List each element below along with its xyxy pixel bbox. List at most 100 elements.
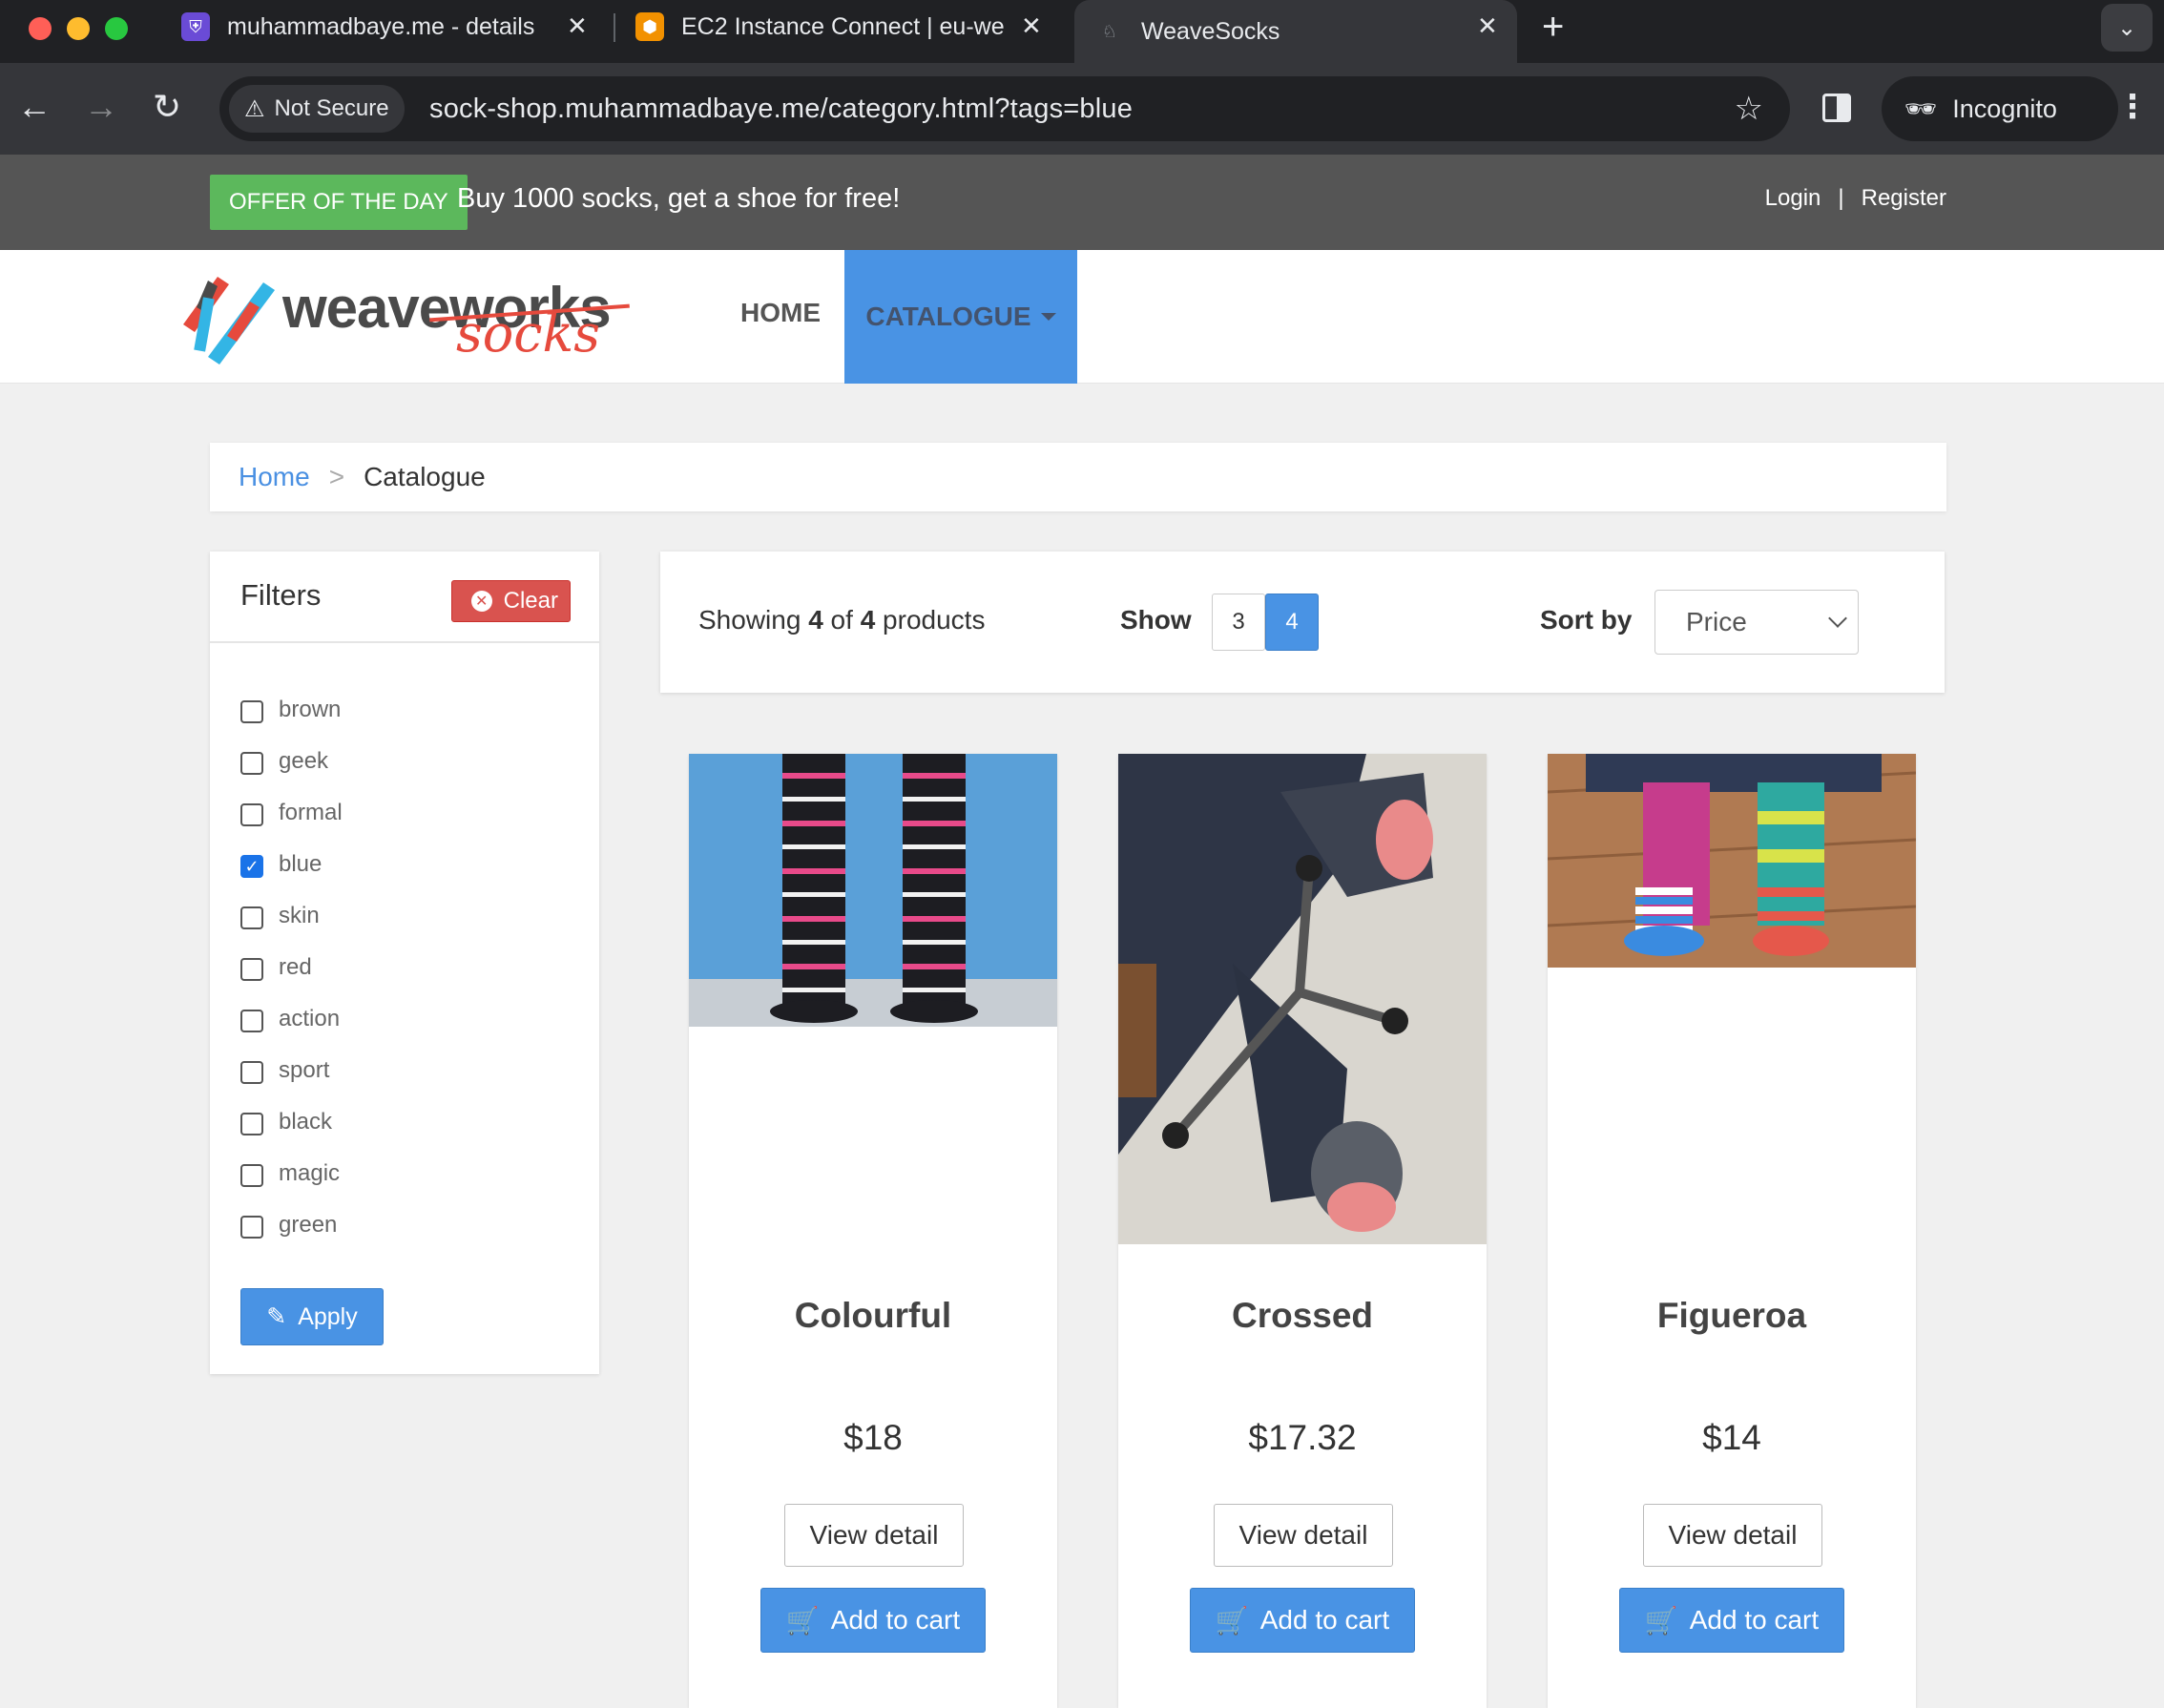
minimize-window-button[interactable] xyxy=(67,17,90,40)
filter-checkbox-green[interactable] xyxy=(240,1216,263,1239)
add-to-cart-button[interactable]: 🛒 Add to cart xyxy=(1619,1588,1844,1653)
bookmark-star-icon[interactable]: ☆ xyxy=(1735,90,1763,128)
filter-item-magic[interactable]: magic xyxy=(240,1160,343,1212)
site-info-chip[interactable]: ⚠ Not Secure xyxy=(229,85,405,133)
apply-label: Apply xyxy=(298,1302,358,1330)
sock-favicon-icon: ♘ xyxy=(1101,21,1118,41)
breadcrumb-current: Catalogue xyxy=(364,462,486,491)
security-label: Not Secure xyxy=(274,95,389,121)
view-detail-button[interactable]: View detail xyxy=(784,1504,964,1567)
filter-item-sport[interactable]: sport xyxy=(240,1057,343,1109)
clear-filters-button[interactable]: ✕ Clear xyxy=(450,580,571,622)
filter-checkbox-skin[interactable] xyxy=(240,906,263,929)
browser-toolbar: ← → ↻ ⚠ Not Secure sock-shop.muhammadbay… xyxy=(0,63,2164,155)
filter-item-brown[interactable]: brown xyxy=(240,697,343,748)
warning-triangle-icon: ⚠ xyxy=(244,95,265,122)
filters-title: Filters xyxy=(240,578,322,612)
filter-checkbox-formal[interactable] xyxy=(240,803,263,826)
filter-item-skin[interactable]: skin xyxy=(240,903,343,954)
chevron-down-icon xyxy=(1828,609,1847,628)
close-tab-icon[interactable]: ✕ xyxy=(1021,11,1042,41)
tab-title: WeaveSocks xyxy=(1141,17,1280,45)
browser-tab-1[interactable]: ⛨ muhammadbaye.me - details ✕ xyxy=(181,0,601,53)
showing-count: Showing 4 of 4 products xyxy=(698,605,986,635)
close-tab-icon[interactable]: ✕ xyxy=(1477,11,1498,41)
filter-checkbox-geek[interactable] xyxy=(240,752,263,775)
filter-item-action[interactable]: action xyxy=(240,1006,343,1057)
add-to-cart-label: Add to cart xyxy=(1259,1605,1390,1635)
side-panel-icon[interactable] xyxy=(1822,94,1851,122)
filter-tag-list: brown geek formal ✓ blue skin red action sport bl… xyxy=(240,697,343,1263)
register-link[interactable]: Register xyxy=(1862,185,1946,212)
filter-checkbox-brown[interactable] xyxy=(240,700,263,723)
filter-item-formal[interactable]: formal xyxy=(240,800,343,851)
logo-socks-text: socks xyxy=(456,303,600,364)
view-detail-button[interactable]: View detail xyxy=(1643,1504,1822,1567)
offer-badge: OFFER OF THE DAY xyxy=(210,175,468,230)
reload-icon[interactable]: ↻ xyxy=(153,88,181,126)
shield-favicon-icon: ⛨ xyxy=(181,12,210,41)
filter-checkbox-sport[interactable] xyxy=(240,1061,263,1084)
show-4-button[interactable]: 4 xyxy=(1265,594,1319,651)
url-text[interactable]: sock-shop.muhammadbaye.me/category.html?… xyxy=(429,94,1133,125)
view-detail-button[interactable]: View detail xyxy=(1214,1504,1393,1567)
show-3-button[interactable]: 3 xyxy=(1212,594,1265,651)
product-card: Colourful $18 View detail 🛒 Add to cart xyxy=(689,754,1057,1708)
filter-label: black xyxy=(279,1109,333,1135)
forward-arrow-icon[interactable]: → xyxy=(84,88,118,126)
filter-item-blue[interactable]: ✓ blue xyxy=(240,851,343,903)
maximize-window-button[interactable] xyxy=(105,17,128,40)
filter-item-black[interactable]: black xyxy=(240,1109,343,1160)
login-link[interactable]: Login xyxy=(1765,185,1821,212)
shopping-cart-icon: 🛒 xyxy=(1215,1605,1249,1635)
filter-label: skin xyxy=(279,903,320,928)
nav-home[interactable]: HOME xyxy=(740,298,821,328)
products-toolbar: Showing 4 of 4 products Show 3 4 Sort by… xyxy=(660,552,1945,693)
filter-item-red[interactable]: red xyxy=(240,954,343,1006)
shopping-cart-icon: 🛒 xyxy=(785,1605,820,1635)
add-to-cart-button[interactable]: 🛒 Add to cart xyxy=(1190,1588,1415,1653)
filter-checkbox-magic[interactable] xyxy=(240,1164,263,1187)
apply-filters-button[interactable]: ✎ Apply xyxy=(240,1288,384,1345)
add-to-cart-button[interactable]: 🛒 Add to cart xyxy=(760,1588,986,1653)
product-price: $17.32 xyxy=(1248,1418,1357,1457)
browser-menu-icon[interactable]: ⋮ xyxy=(2116,88,2149,126)
filter-label: geek xyxy=(279,748,329,774)
breadcrumb: Home > Catalogue xyxy=(210,443,1946,511)
clear-x-icon: ✕ xyxy=(470,591,492,612)
product-image-crossed[interactable] xyxy=(1118,754,1487,1244)
weaveworks-socks-logo[interactable]: weaveworks socks xyxy=(179,269,637,365)
close-window-button[interactable] xyxy=(29,17,52,40)
filter-checkbox-action[interactable] xyxy=(240,1010,263,1032)
product-image-figueroa[interactable] xyxy=(1548,754,1916,968)
sort-value: Price xyxy=(1686,607,1747,636)
product-image-colourful[interactable] xyxy=(689,754,1057,1027)
add-to-cart-label: Add to cart xyxy=(830,1605,961,1635)
profile-label: Incognito xyxy=(1952,94,2057,123)
back-arrow-icon[interactable]: ← xyxy=(17,88,52,126)
sort-select[interactable]: Price xyxy=(1654,590,1859,655)
filter-checkbox-blue[interactable]: ✓ xyxy=(240,855,263,878)
nav-catalogue-dropdown[interactable]: CATALOGUE xyxy=(844,250,1077,384)
product-name: Figueroa xyxy=(1656,1296,1807,1335)
breadcrumb-home[interactable]: Home xyxy=(239,462,310,492)
filter-checkbox-red[interactable] xyxy=(240,958,263,981)
address-bar[interactable]: ⚠ Not Secure sock-shop.muhammadbaye.me/c… xyxy=(219,76,1790,141)
sort-label: Sort by xyxy=(1540,605,1633,635)
tab-search-button[interactable]: ⌄ xyxy=(2101,4,2153,52)
filter-item-geek[interactable]: geek xyxy=(240,748,343,800)
pencil-icon: ✎ xyxy=(266,1303,287,1330)
filter-label: action xyxy=(279,1006,341,1031)
browser-tab-3-active[interactable]: ♘ WeaveSocks ✕ xyxy=(1074,0,1517,63)
caret-down-icon xyxy=(1040,313,1056,321)
product-card: Figueroa $14 View detail 🛒 Add to cart xyxy=(1548,754,1916,1708)
filter-label: magic xyxy=(279,1160,341,1186)
filter-checkbox-black[interactable] xyxy=(240,1113,263,1135)
close-tab-icon[interactable]: ✕ xyxy=(567,11,588,41)
incognito-profile-button[interactable]: 🕶 Incognito xyxy=(1882,76,2118,141)
breadcrumb-separator: > xyxy=(328,462,345,491)
new-tab-button[interactable]: + xyxy=(1542,6,1564,49)
clear-label: Clear xyxy=(503,588,558,614)
browser-tab-2[interactable]: ⬢ EC2 Instance Connect | eu-we ✕ xyxy=(635,0,1055,53)
filter-item-green[interactable]: green xyxy=(240,1212,343,1263)
